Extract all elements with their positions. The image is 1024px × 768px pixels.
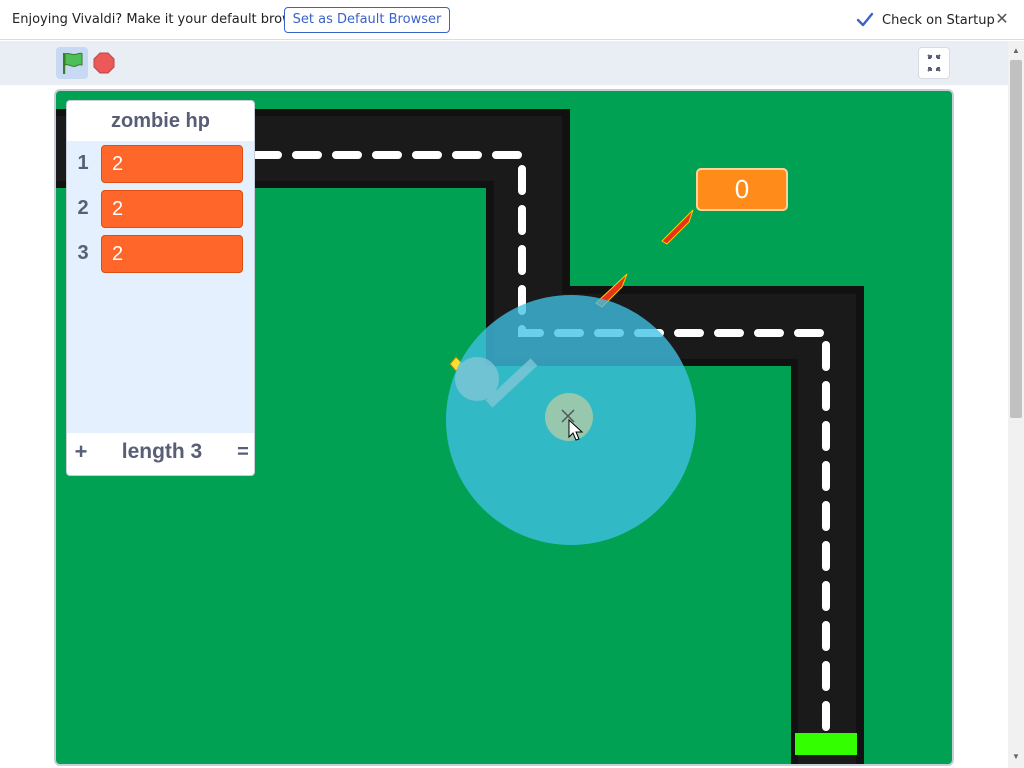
list-footer: + length 3 =	[67, 433, 254, 475]
player-controls-bar	[0, 41, 1008, 85]
default-browser-notification: Enjoying Vivaldi? Make it your default b…	[0, 0, 1024, 40]
exit-fullscreen-button[interactable]	[918, 47, 950, 79]
list-item-index: 2	[77, 197, 89, 219]
green-flag-button[interactable]	[56, 47, 88, 79]
list-item-value[interactable]: 2	[101, 145, 243, 183]
score-monitor: 0	[696, 168, 788, 211]
list-item-value[interactable]: 2	[101, 190, 243, 228]
resize-handle[interactable]: =	[233, 433, 253, 471]
list-title: zombie hp	[67, 101, 254, 141]
green-flag-icon	[63, 52, 83, 74]
stop-icon	[93, 52, 115, 74]
list-item: 3 2	[67, 233, 254, 275]
missile-sprite	[661, 209, 694, 245]
list-item: 1 2	[67, 143, 254, 185]
list-length-label: length 3	[121, 440, 203, 463]
check-on-startup-checkbox[interactable]: Check on Startup	[856, 10, 995, 30]
list-item: 2 2	[67, 188, 254, 230]
scrollbar-thumb[interactable]	[1010, 60, 1022, 418]
checkmark-icon	[856, 11, 874, 29]
set-default-browser-button[interactable]: Set as Default Browser	[284, 7, 450, 33]
list-item-value[interactable]: 2	[101, 235, 243, 273]
list-item-index: 1	[77, 152, 89, 174]
stop-button[interactable]	[93, 52, 115, 74]
notification-message: Enjoying Vivaldi? Make it your default b…	[12, 12, 316, 27]
scroll-down-arrow-icon[interactable]: ▼	[1008, 752, 1024, 766]
zombie-hp-list-monitor: zombie hp 1 2 2 2 3 2 + length 3 =	[66, 100, 255, 476]
exit-fullscreen-icon	[927, 54, 941, 72]
close-icon[interactable]: ✕	[992, 10, 1012, 30]
goal-zone	[795, 733, 857, 755]
add-item-button[interactable]: +	[71, 433, 91, 471]
check-on-startup-label: Check on Startup	[882, 12, 995, 28]
scroll-up-arrow-icon[interactable]: ▲	[1008, 46, 1024, 60]
list-item-index: 3	[77, 242, 89, 264]
